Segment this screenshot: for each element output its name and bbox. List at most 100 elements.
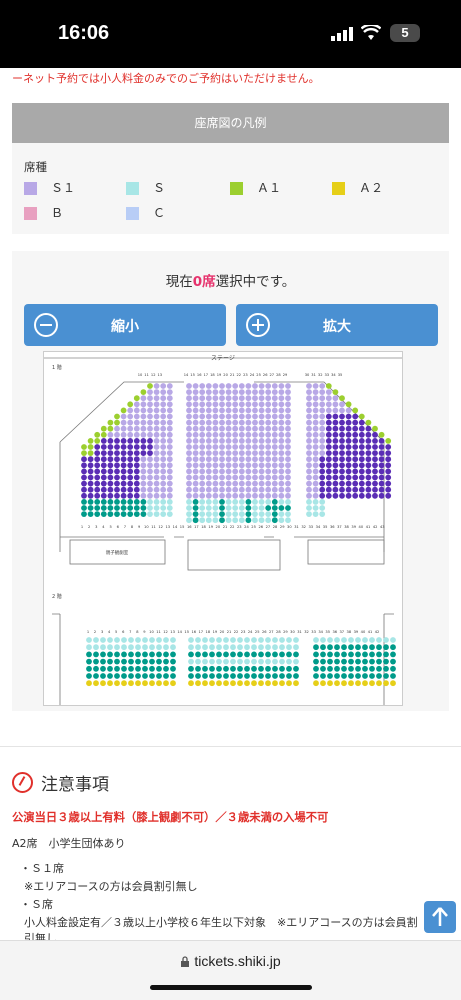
seat[interactable] (188, 637, 194, 643)
seat[interactable] (390, 673, 396, 679)
seat[interactable] (258, 665, 264, 672)
seat[interactable] (319, 456, 326, 463)
seat[interactable] (265, 389, 272, 395)
seat[interactable] (245, 474, 252, 481)
seat[interactable] (378, 456, 385, 463)
seat[interactable] (202, 651, 208, 658)
seat[interactable] (127, 450, 134, 456)
seat[interactable] (94, 450, 101, 456)
seat[interactable] (265, 438, 272, 444)
seat[interactable] (258, 486, 265, 493)
seat[interactable] (278, 474, 285, 481)
seat[interactable] (140, 389, 147, 395)
seat[interactable] (156, 658, 162, 665)
seat[interactable] (114, 413, 120, 420)
seat[interactable] (212, 395, 219, 402)
seat[interactable] (237, 658, 243, 665)
seat[interactable] (258, 389, 265, 395)
seat[interactable] (202, 658, 208, 665)
seat[interactable] (212, 456, 219, 463)
seat[interactable] (348, 673, 354, 679)
seat[interactable] (390, 658, 396, 665)
seat[interactable] (238, 419, 245, 426)
seat[interactable] (306, 505, 312, 511)
seat[interactable] (252, 450, 258, 456)
seat[interactable] (195, 673, 201, 679)
seat[interactable] (219, 492, 225, 499)
seat[interactable] (219, 486, 225, 493)
seat[interactable] (163, 637, 169, 643)
seat[interactable] (192, 431, 199, 438)
seat[interactable] (163, 680, 169, 687)
seat[interactable] (362, 637, 368, 643)
seat[interactable] (245, 438, 252, 444)
seat[interactable] (312, 413, 319, 420)
seat[interactable] (271, 383, 278, 389)
seat[interactable] (186, 419, 192, 426)
seat[interactable] (258, 511, 265, 517)
seat[interactable] (100, 444, 107, 450)
seat[interactable] (286, 680, 292, 687)
seat[interactable] (372, 486, 378, 493)
seat[interactable] (140, 462, 147, 469)
seat[interactable] (358, 486, 365, 493)
seat[interactable] (212, 517, 219, 524)
seat[interactable] (199, 395, 206, 402)
seat[interactable] (147, 425, 153, 432)
seat[interactable] (186, 474, 192, 481)
seat[interactable] (86, 658, 92, 665)
seat[interactable] (149, 637, 155, 643)
seat[interactable] (219, 499, 225, 505)
seat[interactable] (348, 637, 354, 643)
seat[interactable] (285, 505, 291, 511)
seat[interactable] (245, 468, 252, 475)
seat[interactable] (147, 486, 153, 493)
seat[interactable] (163, 673, 169, 679)
seat[interactable] (120, 480, 127, 487)
seat[interactable] (265, 517, 272, 524)
seat[interactable] (133, 474, 140, 481)
seat[interactable] (186, 492, 192, 499)
seat[interactable] (251, 658, 257, 665)
seat[interactable] (140, 486, 147, 493)
seat[interactable] (160, 389, 167, 395)
seat[interactable] (325, 431, 332, 438)
seat[interactable] (219, 456, 225, 463)
seat[interactable] (100, 644, 106, 651)
seat[interactable] (345, 450, 352, 456)
seat[interactable] (244, 680, 250, 687)
seat[interactable] (334, 665, 340, 672)
seat[interactable] (327, 680, 333, 687)
seat[interactable] (93, 658, 99, 665)
seat[interactable] (225, 450, 232, 456)
seat[interactable] (160, 413, 167, 420)
seat[interactable] (258, 517, 265, 524)
seat[interactable] (332, 468, 339, 475)
seat[interactable] (312, 407, 319, 414)
seat[interactable] (120, 413, 127, 420)
seat[interactable] (219, 413, 225, 420)
seat[interactable] (279, 680, 285, 687)
seat[interactable] (278, 444, 285, 450)
seat[interactable] (205, 419, 212, 426)
seat[interactable] (114, 680, 120, 687)
seat[interactable] (319, 419, 326, 426)
seat[interactable] (325, 462, 332, 469)
seat[interactable] (265, 644, 271, 651)
seat[interactable] (348, 680, 354, 687)
seat[interactable] (278, 438, 285, 444)
seat[interactable] (319, 486, 326, 493)
seat[interactable] (258, 425, 265, 432)
seat[interactable] (212, 462, 219, 469)
seat[interactable] (133, 395, 140, 402)
seat[interactable] (199, 505, 206, 511)
seat[interactable] (107, 492, 114, 499)
seat[interactable] (114, 651, 120, 658)
seat[interactable] (355, 658, 361, 665)
seat[interactable] (223, 637, 229, 643)
seat[interactable] (209, 651, 215, 658)
seat[interactable] (312, 474, 319, 481)
seat[interactable] (238, 480, 245, 487)
seat[interactable] (271, 413, 278, 420)
seat[interactable] (372, 438, 378, 444)
